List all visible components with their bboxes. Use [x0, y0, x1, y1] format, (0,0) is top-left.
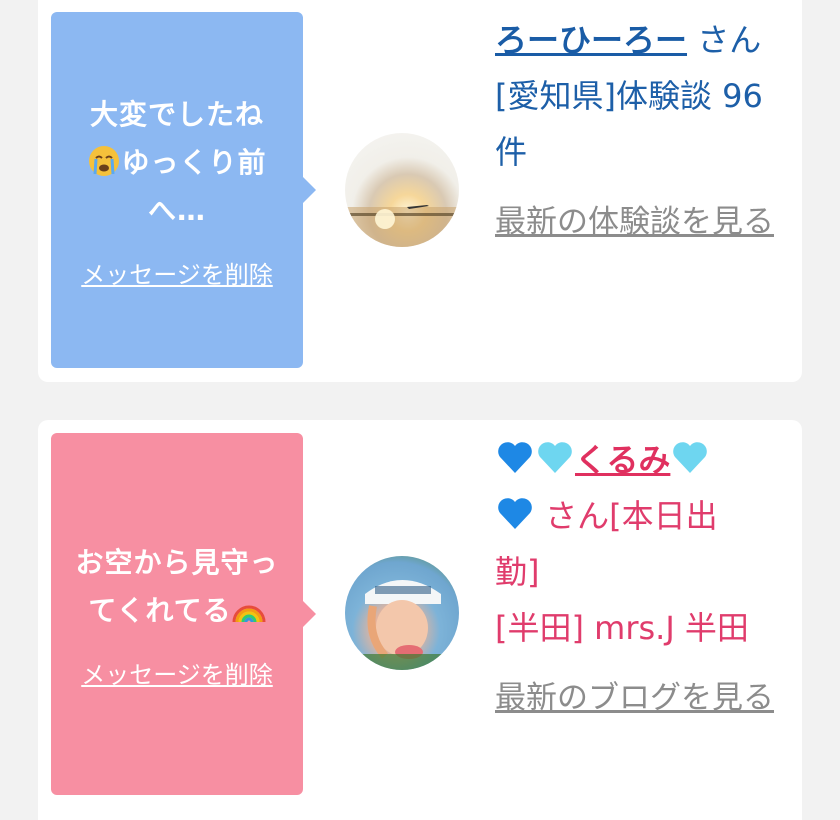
delete-message-link[interactable]: メッセージを削除 — [81, 655, 273, 690]
latest-blog-link[interactable]: 最新のブログを見る — [495, 670, 785, 726]
message-text: お空から見守っ てくれてる — [75, 545, 279, 627]
honorific-cont: 勤] — [495, 553, 540, 591]
profile-name-link[interactable]: くるみ — [495, 441, 710, 479]
message-bubble: 大変でしたね ゆっくり前 へ… メッセージを削除 — [51, 12, 316, 368]
woman-cap-photo — [345, 580, 459, 670]
area-text-cont: 件 — [495, 133, 528, 171]
profile-info: ろーひーろー さん [愛知県]体験談 96 件 最新の体験談を見る — [495, 12, 785, 250]
message-text: 大変でしたね ゆっくり前 へ… — [73, 91, 280, 235]
honorific: さん — [697, 21, 762, 59]
light-blue-heart-icon — [673, 442, 708, 473]
area-text: [半田] mrs.J 半田 — [495, 609, 749, 647]
crying-face-icon — [89, 145, 120, 176]
profile-name-link[interactable]: ろーひーろー — [495, 21, 687, 59]
latest-experience-link[interactable]: 最新の体験談を見る — [495, 194, 785, 250]
blue-heart-icon — [498, 498, 532, 529]
rainbow-icon — [232, 605, 266, 622]
honorific: さん[本日出 — [545, 497, 718, 535]
avatar[interactable] — [345, 556, 459, 670]
message-bubble: お空から見守っ てくれてる メッセージを削除 — [51, 433, 316, 795]
profile-info: くるみ さん[本日出 勤] [半田] mrs.J 半田 最新のブログを見る — [495, 432, 785, 726]
blue-heart-icon — [498, 442, 532, 473]
favorite-card: 大変でしたね ゆっくり前 へ… メッセージを削除 ろーひーろー さん [愛知県]… — [38, 0, 802, 382]
delete-message-link[interactable]: メッセージを削除 — [81, 255, 273, 290]
light-blue-heart-icon — [538, 442, 572, 473]
sunset-plane-photo — [345, 205, 459, 247]
area-text: [愛知県]体験談 96 — [495, 77, 763, 115]
avatar[interactable] — [345, 133, 459, 247]
profile-name-link[interactable] — [495, 497, 535, 535]
favorite-card: お空から見守っ てくれてる メッセージを削除 くるみ さん[本日出 勤] [半田… — [38, 420, 802, 820]
